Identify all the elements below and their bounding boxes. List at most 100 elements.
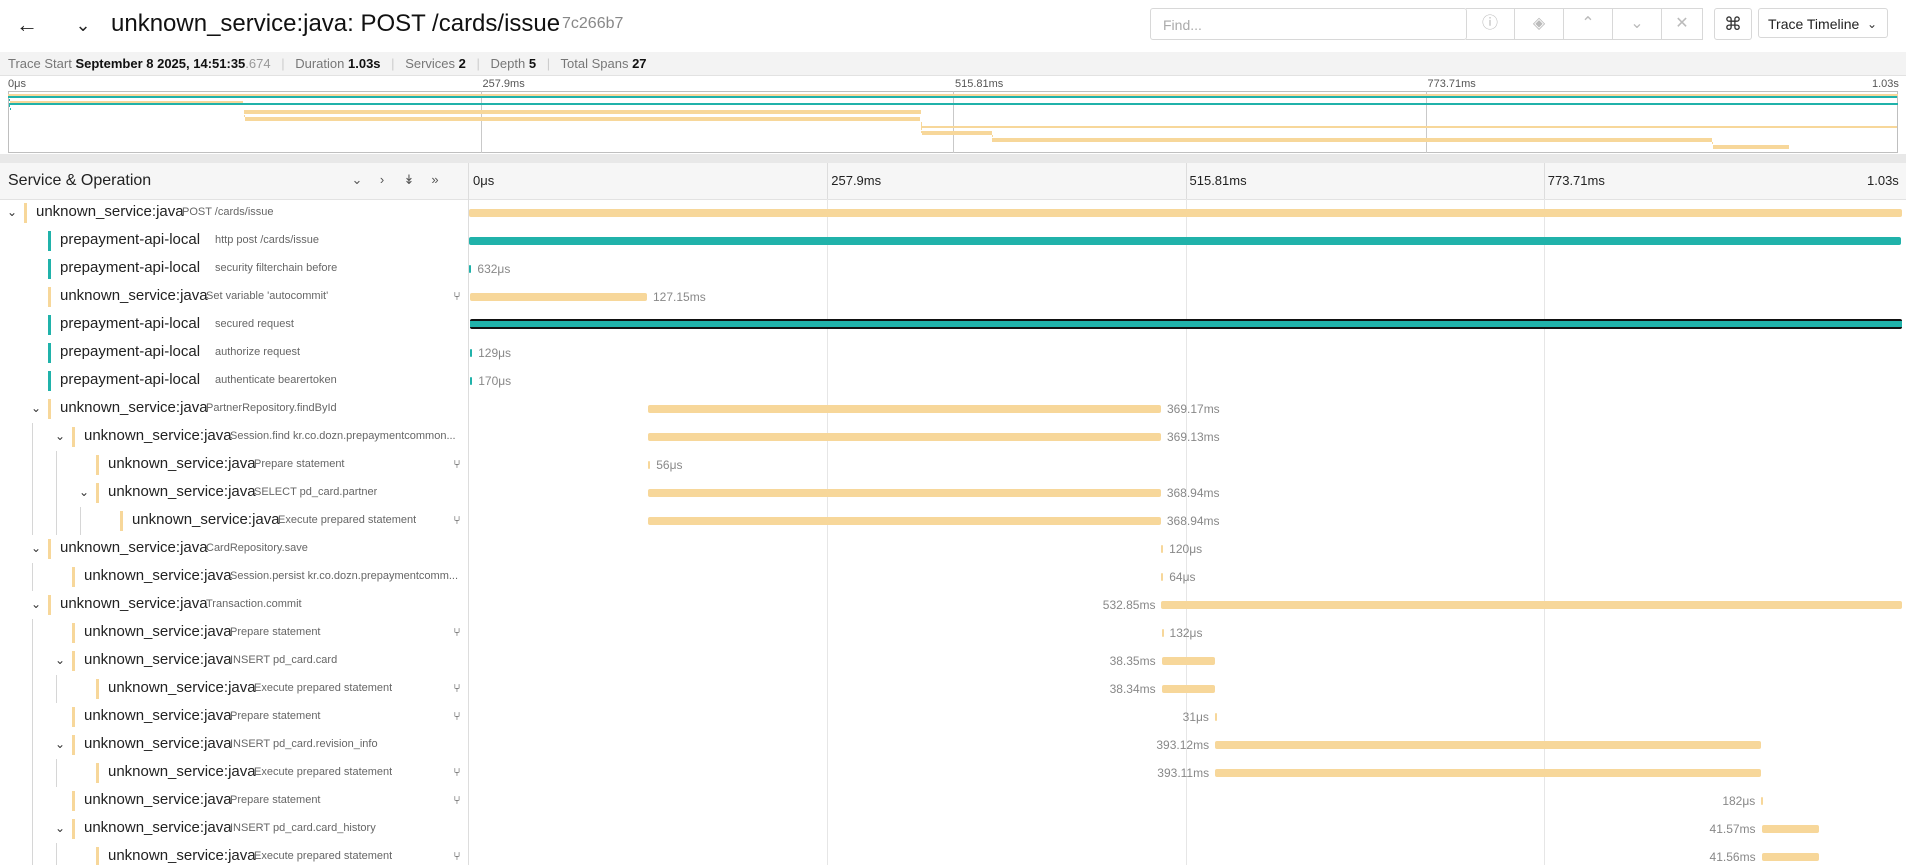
span-row[interactable]: unknown_service:java Set variable 'autoco… <box>0 283 1906 311</box>
span-bar[interactable] <box>648 489 1161 497</box>
span-bar[interactable] <box>1215 769 1762 777</box>
span-duration-label: 170μs <box>478 374 512 388</box>
resize-handle[interactable] <box>0 154 1906 163</box>
collapse-one-icon[interactable]: ⌄ <box>347 170 367 190</box>
fork-icon[interactable]: ⑂ <box>450 709 464 723</box>
chevron-down-icon[interactable]: ⌄ <box>70 12 96 38</box>
span-row[interactable]: prepayment-api-local secured request <box>0 311 1906 339</box>
span-bar[interactable] <box>470 349 473 357</box>
span-row[interactable]: unknown_service:java Prepare statement ⑂ 31… <box>0 703 1906 731</box>
chevron-down-icon[interactable]: ⌄ <box>28 540 44 556</box>
span-duration-label: 369.17ms <box>1166 402 1220 416</box>
indent-guide <box>32 423 33 451</box>
span-row[interactable]: ⌄ unknown_service:java Session.find kr.co.… <box>0 423 1906 451</box>
span-duration-label: 127.15ms <box>653 290 706 304</box>
span-bar[interactable] <box>469 237 1902 245</box>
span-bar[interactable] <box>1761 853 1820 861</box>
span-bar[interactable] <box>1161 629 1164 637</box>
span-row[interactable]: prepayment-api-local security filterchain… <box>0 255 1906 283</box>
timeline-grid-line <box>1543 163 1545 199</box>
chevron-up-icon[interactable]: ⌃ <box>1564 8 1613 40</box>
span-row[interactable]: unknown_service:java Execute prepared sta… <box>0 675 1906 703</box>
expand-all-icon[interactable]: » <box>425 170 445 190</box>
locate-icon[interactable]: ◈ <box>1515 8 1564 40</box>
span-bar[interactable] <box>648 405 1161 413</box>
span-bar[interactable] <box>1214 713 1217 721</box>
span-bar[interactable] <box>648 517 1161 525</box>
span-row[interactable]: unknown_service:java Execute prepared sta… <box>0 507 1906 535</box>
back-arrow-icon[interactable]: ← <box>14 12 40 38</box>
span-duration-label: 368.94ms <box>1166 514 1220 528</box>
fork-icon[interactable]: ⑂ <box>450 289 464 303</box>
span-row[interactable]: unknown_service:java Execute prepared sta… <box>0 759 1906 787</box>
span-row[interactable]: prepayment-api-local http post /cards/iss… <box>0 227 1906 255</box>
fork-icon[interactable]: ⑂ <box>450 793 464 807</box>
span-row[interactable]: prepayment-api-local authenticate bearert… <box>0 367 1906 395</box>
span-bar[interactable] <box>469 319 1902 329</box>
chevron-down-icon[interactable]: ⌄ <box>28 596 44 612</box>
span-bar[interactable] <box>1215 741 1762 749</box>
chevron-down-icon[interactable]: ⌄ <box>4 204 20 220</box>
fork-icon[interactable]: ⑂ <box>450 457 464 471</box>
span-duration-label: 64μs <box>1169 570 1196 584</box>
span-duration-label: 369.13ms <box>1166 430 1220 444</box>
span-row[interactable]: ⌄ unknown_service:java INSERT pd_card.card… <box>0 647 1906 675</box>
find-input[interactable] <box>1161 9 1405 41</box>
chevron-down-icon[interactable]: ⌄ <box>52 652 68 668</box>
span-row[interactable]: ⌄ unknown_service:java INSERT pd_card.revi… <box>0 731 1906 759</box>
span-bar[interactable] <box>469 265 472 273</box>
chevron-down-icon[interactable]: ⌄ <box>52 428 68 444</box>
span-duration-label: 129μs <box>478 346 512 360</box>
fork-icon[interactable]: ⑂ <box>450 765 464 779</box>
span-bar[interactable] <box>648 461 651 469</box>
span-operation-name: authorize request <box>215 346 300 358</box>
span-row[interactable]: unknown_service:java Execute prepared sta… <box>0 843 1906 865</box>
span-bar[interactable] <box>470 293 647 301</box>
span-row[interactable]: ⌄ unknown_service:java CardRepository.save… <box>0 535 1906 563</box>
span-bar[interactable] <box>1161 657 1215 665</box>
fork-icon[interactable]: ⑂ <box>450 625 464 639</box>
span-service-name: prepayment-api-local <box>60 259 201 276</box>
close-icon[interactable]: ✕ <box>1662 8 1703 40</box>
chevron-down-icon[interactable]: ⌄ <box>76 484 92 500</box>
span-bar[interactable] <box>1161 685 1215 693</box>
fork-icon[interactable]: ⑂ <box>450 513 464 527</box>
span-bar[interactable] <box>470 377 473 385</box>
span-bar[interactable] <box>1161 601 1902 609</box>
span-row[interactable]: ⌄ unknown_service:java SELECT pd_card.part… <box>0 479 1906 507</box>
span-row[interactable]: ⌄ unknown_service:java INSERT pd_card.card… <box>0 815 1906 843</box>
chevron-down-icon[interactable]: ⌄ <box>28 400 44 416</box>
chevron-down-icon[interactable]: ⌄ <box>52 820 68 836</box>
span-row[interactable]: unknown_service:java Prepare statement ⑂ 13… <box>0 619 1906 647</box>
span-bar[interactable] <box>648 433 1161 441</box>
span-row[interactable]: prepayment-api-local authorize request 129… <box>0 339 1906 367</box>
span-row[interactable]: unknown_service:java Prepare statement ⑂ 18… <box>0 787 1906 815</box>
expand-one-icon[interactable]: › <box>372 170 392 190</box>
span-row[interactable]: unknown_service:java Session.persist kr.c… <box>0 563 1906 591</box>
span-bar[interactable] <box>1761 825 1820 833</box>
total-spans-value: 27 <box>632 56 647 71</box>
command-icon[interactable]: ⌘ <box>1714 8 1752 40</box>
span-bar[interactable] <box>469 209 1902 217</box>
span-row[interactable]: ⌄ unknown_service:java POST /cards/issue <box>0 199 1906 227</box>
span-service-name: prepayment-api-local <box>60 231 201 248</box>
span-operation-name: INSERT pd_card.card <box>230 654 338 666</box>
chevron-down-icon[interactable]: ⌄ <box>52 736 68 752</box>
span-row[interactable]: ⌄ unknown_service:java PartnerRepository.f… <box>0 395 1906 423</box>
span-row[interactable]: unknown_service:java Prepare statement ⑂ 56… <box>0 451 1906 479</box>
span-row[interactable]: ⌄ unknown_service:java Transaction.commit 5… <box>0 591 1906 619</box>
minimap-span-bar <box>1712 146 1789 149</box>
span-service-name: prepayment-api-local <box>60 343 201 360</box>
service-color-marker <box>48 595 51 615</box>
view-select[interactable]: Trace Timeline ⌄ <box>1758 8 1888 38</box>
span-bar[interactable] <box>1761 797 1764 805</box>
span-operation-name: Prepare statement <box>230 710 321 722</box>
fork-icon[interactable]: ⑂ <box>450 681 464 695</box>
service-color-marker <box>72 651 75 671</box>
span-bar[interactable] <box>1161 573 1164 581</box>
help-circle-icon[interactable]: ⓘ <box>1466 8 1515 40</box>
collapse-all-icon[interactable]: ↡ <box>399 170 419 190</box>
chevron-down-icon[interactable]: ⌄ <box>1613 8 1662 40</box>
span-bar[interactable] <box>1161 545 1164 553</box>
fork-icon[interactable]: ⑂ <box>450 849 464 863</box>
